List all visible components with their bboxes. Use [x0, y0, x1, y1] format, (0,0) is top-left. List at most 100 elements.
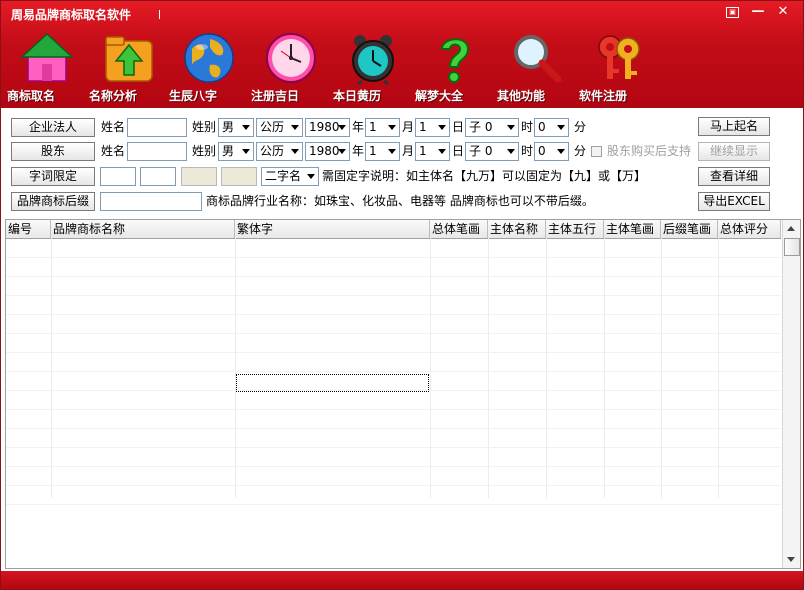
scroll-down-icon[interactable] [787, 557, 795, 562]
dropdown-arrow-icon [242, 125, 250, 130]
legal-person-day-select[interactable]: 1 [415, 118, 450, 137]
legal-person-month-select[interactable]: 1 [365, 118, 400, 137]
nav-label: 商标取名 [7, 89, 56, 103]
shareholder-support-checkbox[interactable] [591, 146, 602, 157]
focused-cell[interactable] [236, 374, 429, 392]
legal-person-calendar-select[interactable]: 公历 [256, 118, 303, 137]
word-restriction-button[interactable]: 字词限定 [11, 167, 95, 186]
shareholder-hour-select[interactable]: 子 0 [465, 142, 519, 161]
grid-line [235, 238, 236, 498]
selected-value: 0 [538, 120, 546, 134]
view-details-button[interactable]: 查看详细 [698, 167, 770, 186]
grid-line [488, 238, 489, 498]
dropdown-arrow-icon [338, 149, 346, 154]
dropdown-arrow-icon [291, 149, 299, 154]
nav-button-registration-date[interactable]: 注册吉日 [251, 29, 331, 103]
hour-unit-label: 时 [521, 144, 534, 158]
shareholder-year-select[interactable]: 1980 [305, 142, 350, 161]
nav-button-dream-interpretation[interactable]: 解梦大全 [415, 29, 495, 103]
grid-line [6, 333, 781, 334]
question-mark-icon [440, 38, 470, 83]
legal-person-gender-select[interactable]: 男 [218, 118, 254, 137]
grid-line [430, 238, 431, 498]
shareholder-calendar-select[interactable]: 公历 [256, 142, 303, 161]
column-header-brand-name[interactable]: 品牌商标名称 [51, 220, 235, 238]
dropdown-arrow-icon [507, 149, 515, 154]
shareholder-button[interactable]: 股东 [11, 142, 95, 161]
export-excel-button[interactable]: 导出EXCEL [698, 192, 770, 211]
vertical-scrollbar[interactable] [782, 220, 800, 568]
grid-line [6, 314, 781, 315]
nav-button-daily-almanac[interactable]: 本日黄历 [333, 29, 413, 103]
year-unit-label: 年 [352, 120, 365, 134]
grid-line [6, 371, 781, 372]
grid-line [6, 485, 781, 486]
grid-line [6, 428, 781, 429]
nav-button-software-registration[interactable]: 软件注册 [579, 29, 659, 103]
legal-person-year-select[interactable]: 1980 [305, 118, 350, 137]
fixed-char-input-1[interactable] [100, 167, 136, 186]
nav-label: 其他功能 [497, 89, 546, 103]
selected-value: 二字名 [265, 169, 302, 183]
scrollbar-thumb[interactable] [784, 238, 800, 256]
brand-suffix-input[interactable] [100, 192, 202, 211]
dropdown-arrow-icon [307, 174, 315, 179]
surname-label: 姓名 [101, 144, 126, 158]
fixed-char-input-3[interactable] [181, 167, 217, 186]
continue-display-button[interactable]: 继续显示 [698, 142, 770, 161]
shareholder-minute-select[interactable]: 0 [534, 142, 569, 161]
nav-button-name-analysis[interactable]: 名称分析 [89, 29, 169, 103]
legal-person-minute-select[interactable]: 0 [534, 118, 569, 137]
fixed-char-note: 需固定字说明：如主体名【九万】可以固定为【九】或【万】 [322, 169, 647, 183]
fixed-char-input-2[interactable] [140, 167, 176, 186]
column-header-total-strokes[interactable]: 总体笔画 [430, 220, 488, 238]
nav-button-other-functions[interactable]: 其他功能 [497, 29, 577, 103]
day-unit-label: 日 [452, 120, 465, 134]
column-header-total-score[interactable]: 总体评分 [718, 220, 781, 238]
column-header-traditional[interactable]: 繁体字 [235, 220, 430, 238]
year-unit-label: 年 [352, 144, 365, 158]
nav-button-birth-bazi[interactable]: 生辰八字 [169, 29, 249, 103]
close-button[interactable]: ✕ [774, 5, 792, 19]
fixed-char-input-4[interactable] [221, 167, 257, 186]
nav-button-trademark-naming[interactable]: 商标取名 [7, 29, 87, 103]
shareholder-day-select[interactable]: 1 [415, 142, 450, 161]
grid-line [6, 257, 781, 258]
selected-value: 1980 [309, 120, 340, 134]
legal-person-surname-input[interactable] [127, 118, 187, 137]
dropdown-arrow-icon [291, 125, 299, 130]
grid-line [546, 238, 547, 498]
surname-label: 姓名 [101, 120, 126, 134]
column-header-main-five-elements[interactable]: 主体五行 [546, 220, 604, 238]
start-naming-button[interactable]: 马上起名 [698, 117, 770, 136]
grid-line [6, 295, 781, 296]
month-unit-label: 月 [402, 144, 415, 158]
shareholder-gender-select[interactable]: 男 [218, 142, 254, 161]
selected-value: 1 [419, 144, 427, 158]
scroll-up-icon[interactable] [787, 226, 795, 231]
column-header-suffix-strokes[interactable]: 后缀笔画 [661, 220, 718, 238]
word-count-select[interactable]: 二字名 [261, 167, 319, 186]
keys-icon [598, 35, 640, 79]
column-header-id[interactable]: 编号 [6, 220, 51, 238]
minimize-button[interactable]: — [749, 5, 767, 19]
grid-line [6, 352, 781, 353]
column-header-main-name[interactable]: 主体名称 [488, 220, 546, 238]
column-header-main-strokes[interactable]: 主体笔画 [604, 220, 661, 238]
selected-value: 公历 [260, 144, 285, 158]
grid-line [6, 276, 781, 277]
minute-unit-label: 分 [574, 120, 587, 134]
shareholder-month-select[interactable]: 1 [365, 142, 400, 161]
shareholder-surname-input[interactable] [127, 142, 187, 161]
results-table[interactable]: 编号 品牌商标名称 繁体字 总体笔画 主体名称 主体五行 主体笔画 后缀笔画 总… [5, 219, 801, 569]
selected-value: 0 [538, 144, 546, 158]
legal-person-hour-select[interactable]: 子 0 [465, 118, 519, 137]
brand-suffix-button[interactable]: 品牌商标后缀 [11, 192, 95, 211]
window-menu-button[interactable]: ▣ [726, 7, 739, 18]
dropdown-arrow-icon [507, 125, 515, 130]
hour-unit-label: 时 [521, 120, 534, 134]
home-icon [20, 32, 74, 82]
grid-line [51, 238, 52, 498]
dropdown-arrow-icon [557, 125, 565, 130]
enterprise-legal-person-button[interactable]: 企业法人 [11, 118, 95, 137]
